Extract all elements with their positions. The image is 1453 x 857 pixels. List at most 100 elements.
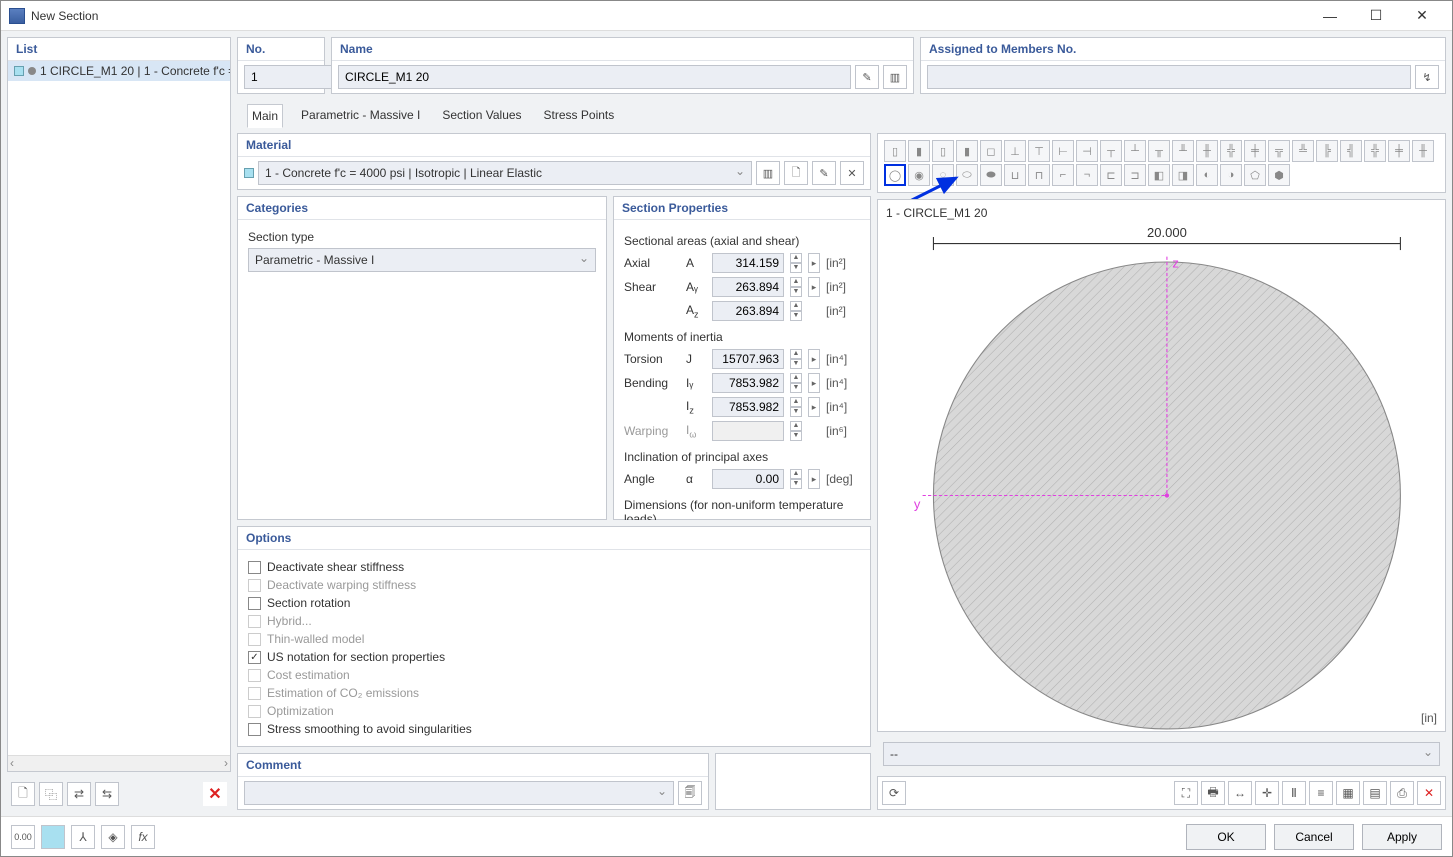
library-icon[interactable]: ▥ [883, 65, 907, 89]
prop-value-input[interactable] [712, 469, 784, 489]
material-new-icon[interactable]: 🗋 [784, 161, 808, 185]
prop-value-input[interactable] [712, 349, 784, 369]
shape-icon[interactable]: ⊥ [1004, 140, 1026, 162]
expand-icon[interactable]: ▸ [808, 277, 820, 297]
shape-icon[interactable]: ⬢ [1268, 164, 1290, 186]
shape-icon[interactable]: ¬ [1076, 164, 1098, 186]
shape-icon[interactable]: ╩ [1292, 140, 1314, 162]
color-icon[interactable] [41, 825, 65, 849]
option-row[interactable]: Section rotation [248, 596, 860, 610]
result-select[interactable]: -- [883, 742, 1440, 766]
minimize-button[interactable]: — [1316, 6, 1344, 26]
shape-icon[interactable]: ╬ [1220, 140, 1242, 162]
view-extents-icon[interactable]: ⛶ [1174, 781, 1198, 805]
fx-icon[interactable]: fx [131, 825, 155, 849]
shape-icon[interactable]: ▮ [956, 140, 978, 162]
tab-parametric[interactable]: Parametric - Massive I [297, 104, 424, 127]
pick-member-icon[interactable]: ↯ [1415, 65, 1439, 89]
shape-icon[interactable]: ⊓ [1028, 164, 1050, 186]
material-dropdown[interactable]: 1 - Concrete f'c = 4000 psi | Isotropic … [258, 161, 752, 185]
shape-icon[interactable]: ▯ [884, 140, 906, 162]
prop-value-input[interactable] [712, 253, 784, 273]
expand-icon[interactable]: ▸ [808, 253, 820, 273]
shape-icon[interactable]: ▯ [932, 140, 954, 162]
shape-icon[interactable]: ⊐ [1124, 164, 1146, 186]
shape-icon[interactable]: ┴ [1124, 140, 1146, 162]
shape-icon[interactable]: ⬭ [956, 164, 978, 186]
close-button[interactable]: ✕ [1408, 6, 1436, 26]
prop-value-input[interactable] [712, 397, 784, 417]
shape-icon[interactable]: ⬠ [1244, 164, 1266, 186]
apply-button[interactable]: Apply [1362, 824, 1442, 850]
tool2-icon[interactable]: ⇆ [95, 782, 119, 806]
view-grid-icon[interactable]: ▤ [1363, 781, 1387, 805]
shape-icon[interactable]: ◨ [1172, 164, 1194, 186]
shape-icon[interactable]: ┬ [1100, 140, 1122, 162]
maximize-button[interactable]: ☐ [1362, 6, 1390, 26]
units-icon[interactable]: 0.00 [11, 825, 35, 849]
shape-icon[interactable]: ◑ [1220, 164, 1242, 186]
shape-icon[interactable]: ⊤ [1028, 140, 1050, 162]
shape-icon[interactable]: ⬬ [980, 164, 1002, 186]
spinner[interactable]: ▲▼ [790, 421, 802, 441]
list-item[interactable]: 1 CIRCLE_M1 20 | 1 - Concrete f'c = 40 [8, 61, 230, 81]
checkbox[interactable] [248, 597, 261, 610]
comment-input[interactable] [244, 781, 674, 805]
checkbox[interactable] [248, 723, 261, 736]
name-input[interactable] [338, 65, 851, 89]
checkbox[interactable] [248, 561, 261, 574]
shape-icon[interactable]: ╠ [1316, 140, 1338, 162]
view-delete-icon[interactable]: ✕ [1417, 781, 1441, 805]
shape-icon[interactable]: ⊢ [1052, 140, 1074, 162]
material-library-icon[interactable]: ▥ [756, 161, 780, 185]
material-delete-icon[interactable]: ✕ [840, 161, 864, 185]
view-dim-icon[interactable]: ↔ [1228, 781, 1252, 805]
delete-icon[interactable]: ✕ [203, 782, 227, 806]
shape-icon[interactable]: ╦ [1268, 140, 1290, 162]
shape-icon[interactable]: ╫ [1412, 140, 1434, 162]
edit-name-icon[interactable]: ✎ [855, 65, 879, 89]
view-values-icon[interactable]: ≡ [1309, 781, 1333, 805]
shape-icon[interactable]: ◐ [1196, 164, 1218, 186]
shape-icon[interactable]: ⌐ [1052, 164, 1074, 186]
new-icon[interactable]: 🗋 [11, 782, 35, 806]
help-icon[interactable]: ◈ [101, 825, 125, 849]
comment-edit-icon[interactable]: 🗐 [678, 781, 702, 805]
prop-value-input[interactable] [712, 421, 784, 441]
shape-icon[interactable]: ◌ [932, 164, 954, 186]
tab-section-values[interactable]: Section Values [438, 104, 525, 127]
prop-value-input[interactable] [712, 373, 784, 393]
shape-icon[interactable]: ⊣ [1076, 140, 1098, 162]
view-axes-icon[interactable]: ✛ [1255, 781, 1279, 805]
expand-icon[interactable]: ▸ [808, 349, 820, 369]
cancel-button[interactable]: Cancel [1274, 824, 1354, 850]
tab-main[interactable]: Main [247, 104, 283, 128]
shape-icon[interactable]: ⊏ [1100, 164, 1122, 186]
prop-value-input[interactable] [712, 301, 784, 321]
expand-icon[interactable]: ▸ [808, 469, 820, 489]
shape-icon[interactable]: ╬ [1364, 140, 1386, 162]
option-row[interactable]: Deactivate shear stiffness [248, 560, 860, 574]
shape-icon[interactable]: ◧ [1148, 164, 1170, 186]
view-printer-icon[interactable]: ⎙ [1390, 781, 1414, 805]
shape-circle-icon[interactable]: ◯ [884, 164, 906, 186]
shape-icon[interactable]: ◻ [980, 140, 1002, 162]
tool-icon[interactable]: ⇄ [67, 782, 91, 806]
option-row[interactable]: Stress smoothing to avoid singularities [248, 722, 860, 736]
spinner[interactable]: ▲▼ [790, 277, 802, 297]
shape-icon[interactable]: ⊔ [1004, 164, 1026, 186]
ok-button[interactable]: OK [1186, 824, 1266, 850]
spinner[interactable]: ▲▼ [790, 253, 802, 273]
shape-icon[interactable]: ◉ [908, 164, 930, 186]
spinner[interactable]: ▲▼ [790, 469, 802, 489]
spinner[interactable]: ▲▼ [790, 349, 802, 369]
shape-icon[interactable]: ╨ [1172, 140, 1194, 162]
copy-icon[interactable]: ⿻ [39, 782, 63, 806]
view-print-icon[interactable]: 🖶 [1201, 781, 1225, 805]
tab-stress-points[interactable]: Stress Points [540, 104, 619, 127]
assigned-input[interactable] [927, 65, 1411, 89]
section-type-dropdown[interactable]: Parametric - Massive I [248, 248, 596, 272]
section-list[interactable]: 1 CIRCLE_M1 20 | 1 - Concrete f'c = 40 [8, 61, 230, 755]
shape-icon[interactable]: ╥ [1148, 140, 1170, 162]
horizontal-scrollbar[interactable] [8, 755, 230, 771]
